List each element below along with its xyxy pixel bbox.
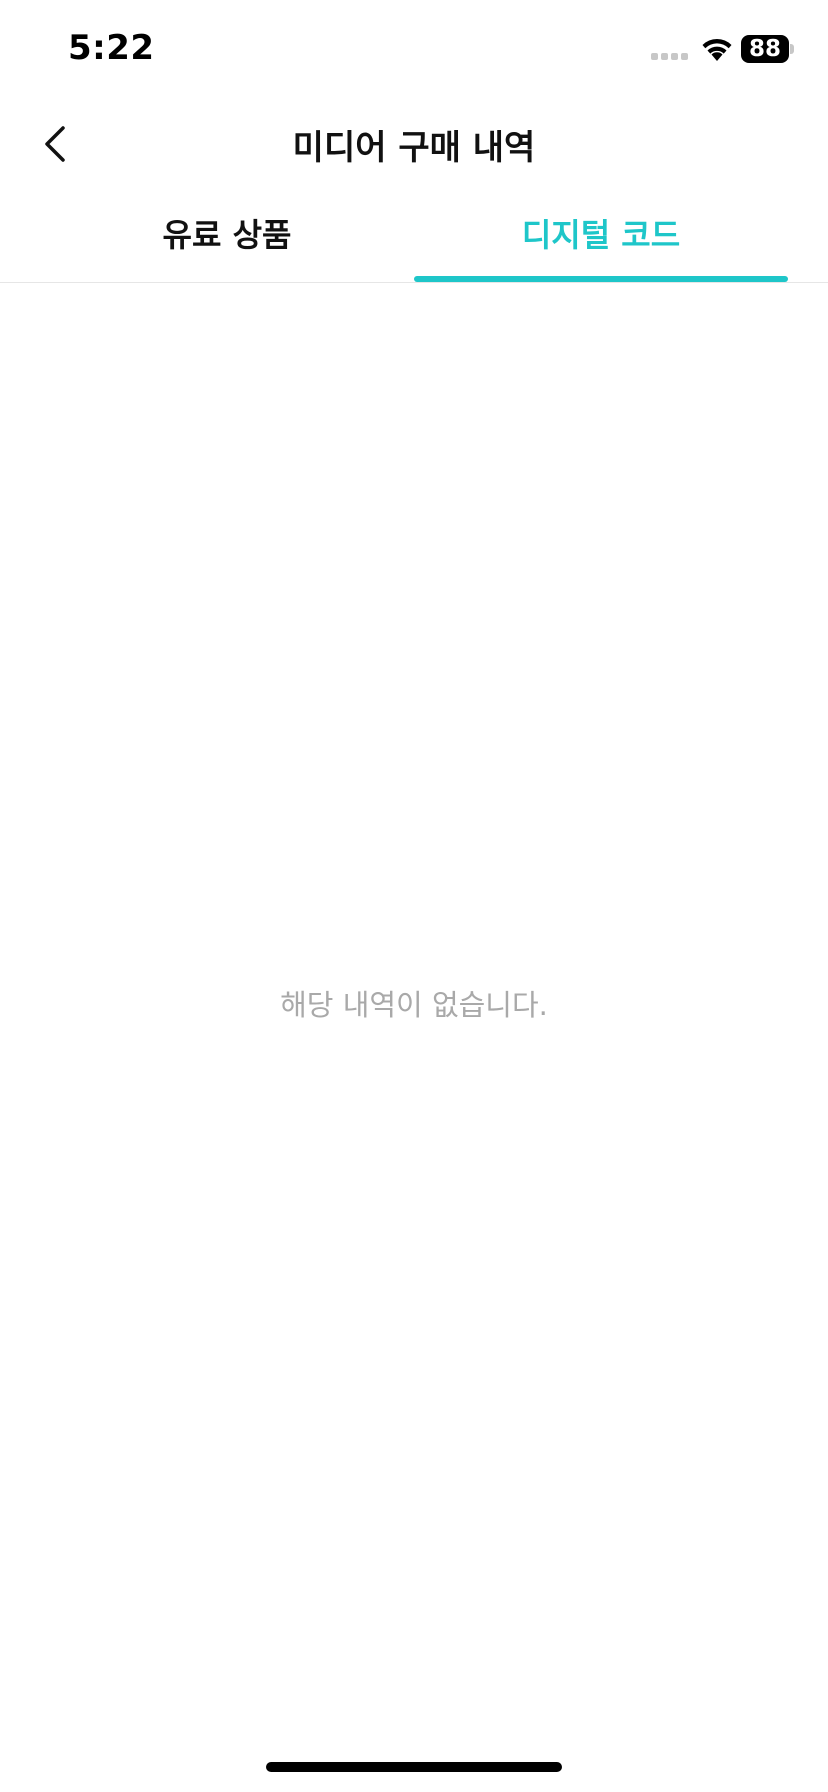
home-indicator[interactable] [266, 1762, 562, 1772]
tab-digital-code[interactable]: 디지털 코드 [414, 200, 788, 282]
nav-bar: 미디어 구매 내역 [0, 100, 828, 188]
tab-paid-products[interactable]: 유료 상품 [40, 200, 414, 282]
empty-state-message: 해당 내역이 없습니다. [280, 988, 548, 1022]
tab-bar: 유료 상품 디지털 코드 [0, 200, 828, 283]
status-time: 5:22 [68, 28, 155, 68]
screen: 5:22 88 미디어 구매 내역 유료 상품 디지털 코드 해당 내역이 없습 [0, 0, 828, 1792]
tab-selected-indicator [414, 276, 788, 282]
wifi-icon [702, 38, 732, 61]
status-bar: 5:22 88 [0, 0, 828, 100]
page-title: 미디어 구매 내역 [292, 128, 536, 168]
cellular-signal-icon [651, 53, 691, 61]
battery-nub [790, 44, 794, 54]
battery-icon: 88 [741, 35, 789, 63]
